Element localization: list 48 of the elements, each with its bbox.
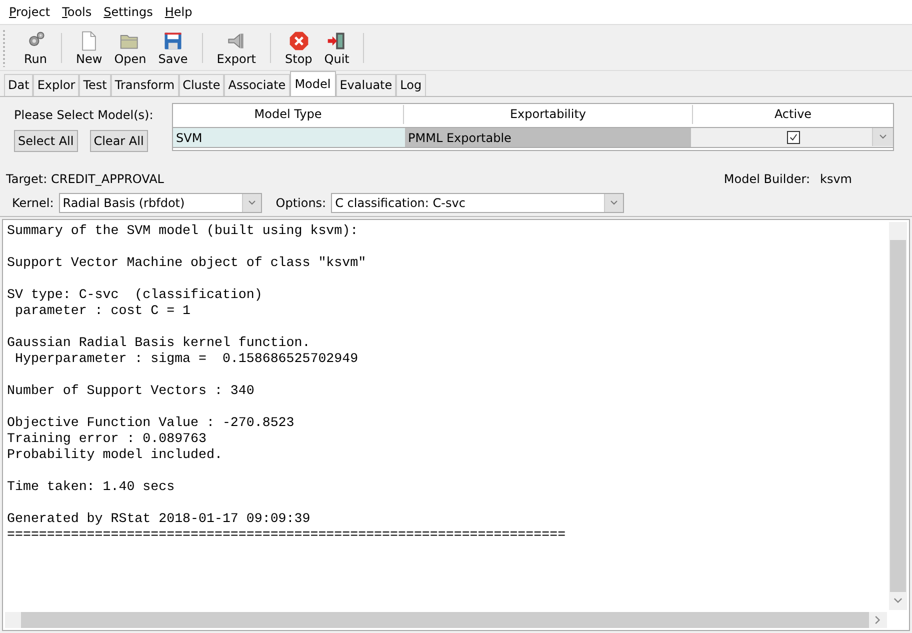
output-text: Number of Support Vectors : 340 xyxy=(7,383,256,399)
push-button[interactable]: Select All xyxy=(14,130,78,152)
dropdown[interactable]: Radial Basis (rbfdot) xyxy=(58,193,262,213)
toolbar-button[interactable]: Save xyxy=(154,28,192,68)
vertical-scrollbar[interactable] xyxy=(889,222,907,610)
tab[interactable]: Explor xyxy=(33,74,80,96)
menu-item[interactable]: Help xyxy=(160,5,198,19)
tab[interactable]: Model xyxy=(290,71,336,96)
target-label: Target: CREDIT_APPROVAL xyxy=(6,172,164,186)
toolbar-button[interactable]: Run xyxy=(20,28,52,68)
checkbox[interactable] xyxy=(787,131,800,144)
output-text: Summary of the SVM model (built using ksvm): xyxy=(7,223,360,239)
tab[interactable]: Evaluate xyxy=(336,74,396,96)
menu-item[interactable]: Settings xyxy=(98,5,158,19)
table-cell: SVM xyxy=(173,127,405,148)
tab[interactable]: Log xyxy=(396,74,426,96)
toolbar-button[interactable]: Quit xyxy=(320,28,354,68)
output-text: Time taken: 1.40 secs xyxy=(7,479,176,495)
output-text: Objective Function Value : -270.8523 Training error : 0.089763 Probability model included. xyxy=(7,415,296,463)
table-cell: PMML Exportable xyxy=(405,127,691,148)
model-builder-label: Model Builder: xyxy=(724,172,810,186)
prompt-label: Please Select Model(s): xyxy=(14,108,154,122)
column-header[interactable]: Exportability xyxy=(404,105,693,124)
dropdown[interactable]: C classification: C-svc xyxy=(331,193,624,213)
toolbar-button[interactable]: Open xyxy=(110,28,150,68)
column-header[interactable]: Model Type xyxy=(173,105,404,124)
push-button[interactable]: Clear All xyxy=(90,130,148,152)
menu-item[interactable]: Project xyxy=(4,5,56,19)
output-text: SV type: C-svc (classification) parameter : cost C = 1 xyxy=(7,287,264,319)
output-text: Generated by RStat 2018-01-17 09:09:39 ====================================================================== xyxy=(7,511,567,543)
tab[interactable]: Cluste xyxy=(178,74,224,96)
model-builder-value: ksvm xyxy=(820,172,852,186)
horizontal-scrollbar[interactable] xyxy=(5,612,887,628)
column-header[interactable]: Active xyxy=(693,105,893,124)
menu-item[interactable]: Tools xyxy=(57,5,97,19)
tab[interactable]: Transform xyxy=(110,74,179,96)
toolbar-button[interactable]: Export xyxy=(212,28,260,68)
output-text: Gaussian Radial Basis kernel function. Hyperparameter : sigma = 0.158686525702949 xyxy=(7,335,360,367)
tab[interactable]: Dat xyxy=(4,74,34,96)
tab[interactable]: Associate xyxy=(224,74,290,96)
check-icon xyxy=(788,132,799,143)
tab[interactable]: Test xyxy=(79,74,111,96)
output-text: Support Vector Machine object of class "ksvm" xyxy=(7,255,368,271)
stop-icon xyxy=(288,30,310,52)
toolbar-button[interactable]: New xyxy=(72,28,106,68)
toolbar-button[interactable]: Stop xyxy=(281,28,316,68)
field-label: Options: xyxy=(276,196,326,210)
field-label: Kernel: xyxy=(12,196,54,210)
